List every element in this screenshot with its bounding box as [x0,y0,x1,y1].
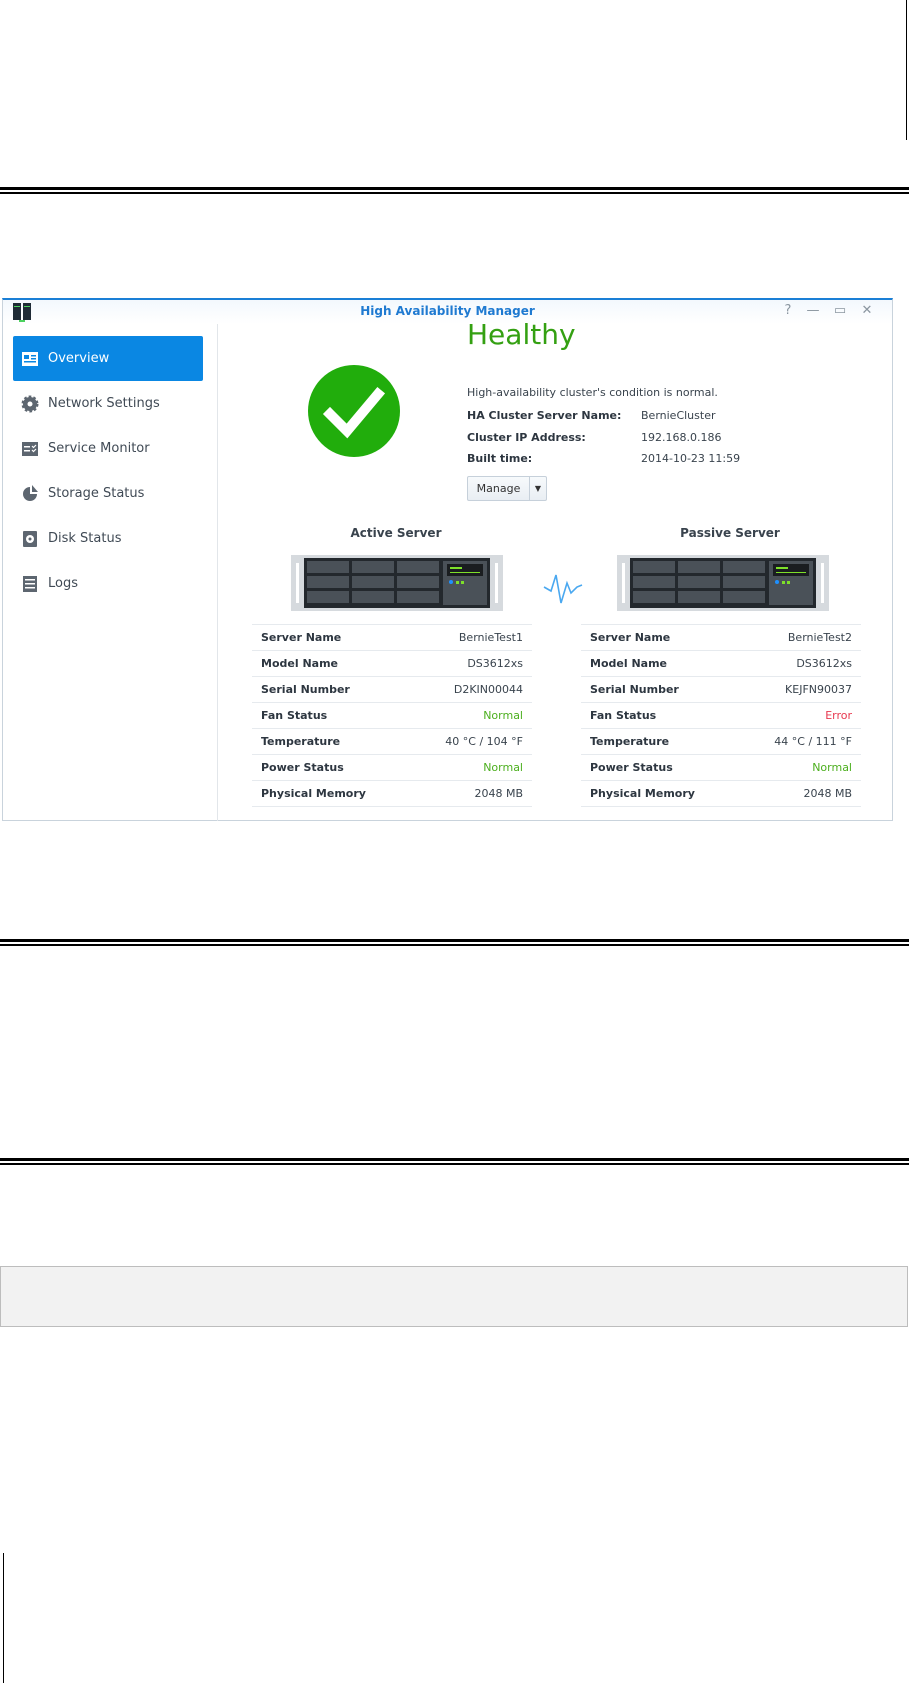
row-label: Server Name [581,624,739,651]
sidebar-item-label: Disk Status [48,531,122,546]
table-row: Model Name DS3612xs [252,650,532,677]
row-label: Model Name [581,650,739,677]
divider [0,1163,909,1165]
row-label: Server Name [252,624,410,651]
row-label: Fan Status [252,702,410,729]
sidebar-item-service-monitor[interactable]: Service Monitor [13,426,203,471]
row-label: Temperature [581,728,739,755]
health-status-title: Healthy [467,318,576,351]
sidebar-item-logs[interactable]: Logs [13,561,203,606]
row-value: BernieTest2 [738,624,861,651]
server-rack-icon [617,555,829,611]
sidebar-item-disk-status[interactable]: Disk Status [13,516,203,561]
active-server-title: Active Server [350,526,442,540]
table-row: Serial Number KEJFN90037 [581,676,861,703]
row-value: Normal [409,754,532,781]
divider [0,944,909,946]
table-row: Server Name BernieTest2 [581,624,861,651]
row-value: 44 °C / 111 °F [738,728,861,755]
disk-icon [23,530,37,547]
table-row: Power Status Normal [581,754,861,781]
service-monitor-icon [22,441,38,456]
chevron-down-icon[interactable]: ▼ [530,477,546,500]
row-label: Power Status [581,754,739,781]
sidebar-item-overview[interactable]: Overview [13,336,203,381]
row-label: Serial Number [252,676,410,703]
divider [0,187,909,190]
row-value: 2048 MB [409,780,532,807]
table-row: Server Name BernieTest1 [252,624,532,651]
table-row: Temperature 40 °C / 104 °F [252,728,532,755]
sidebar-item-label: Overview [48,351,110,366]
passive-server-info-table: Server Name BernieTest2 Model Name DS3612xs… [581,624,861,807]
row-value: DS3612xs [409,650,532,677]
page-margin-line [3,1553,4,1683]
row-label: Temperature [252,728,410,755]
sidebar-item-label: Logs [48,576,78,591]
field-label: Cluster IP Address: [467,431,586,444]
help-button[interactable]: ? [780,303,796,318]
page-margin-line [906,0,907,140]
row-label: Physical Memory [581,780,739,807]
row-label: Model Name [252,650,410,677]
row-value: 40 °C / 104 °F [409,728,532,755]
close-button[interactable]: ✕ [859,303,875,318]
row-value: Error [738,702,861,729]
manage-button-label[interactable]: Manage [468,477,530,500]
note-box [0,1266,908,1327]
cluster-ip-value: 192.168.0.186 [641,431,722,444]
minimize-button[interactable]: — [805,303,821,318]
field-label: Built time: [467,452,533,465]
sidebar-item-storage-status[interactable]: Storage Status [13,471,203,516]
table-row: Model Name DS3612xs [581,650,861,677]
row-value: Normal [738,754,861,781]
row-value: DS3612xs [738,650,861,677]
overview-icon [22,351,38,366]
table-row: Fan Status Error [581,702,861,729]
row-value: KEJFN90037 [738,676,861,703]
row-value: BernieTest1 [409,624,532,651]
row-label: Fan Status [581,702,739,729]
table-row: Power Status Normal [252,754,532,781]
active-server-info-table: Server Name BernieTest1 Model Name DS3612xs… [252,624,532,807]
maximize-button[interactable]: ▭ [832,303,848,318]
table-row: Physical Memory 2048 MB [252,780,532,807]
logs-icon [23,575,37,592]
divider [0,1158,909,1161]
ha-manager-window: High Availability Manager ? — ▭ ✕ Overvi… [2,298,893,821]
field-label: HA Cluster Server Name: [467,409,622,422]
table-row: Physical Memory 2048 MB [581,780,861,807]
row-label: Power Status [252,754,410,781]
sidebar-item-label: Storage Status [48,486,145,501]
row-label: Physical Memory [252,780,410,807]
title-bar[interactable]: High Availability Manager ? — ▭ ✕ [3,300,892,324]
sidebar: Overview Network Settings Service Monito… [3,324,218,821]
table-row: Temperature 44 °C / 111 °F [581,728,861,755]
divider [0,939,909,942]
row-value: D2KIN00044 [409,676,532,703]
cluster-name-value: BernieCluster [641,409,716,422]
health-status-message: High-availability cluster's condition is… [467,386,718,399]
server-rack-icon [291,555,503,611]
row-value: 2048 MB [738,780,861,807]
table-row: Fan Status Normal [252,702,532,729]
window-title: High Availability Manager [360,304,535,318]
built-time-value: 2014-10-23 11:59 [641,452,741,465]
divider [0,192,909,194]
row-value: Normal [409,702,532,729]
pie-chart-icon [23,484,38,501]
passive-server-title: Passive Server [680,526,780,540]
sidebar-item-label: Network Settings [48,396,160,411]
row-label: Serial Number [581,676,739,703]
sidebar-item-network-settings[interactable]: Network Settings [13,381,203,426]
heartbeat-icon [543,574,583,604]
sidebar-item-label: Service Monitor [48,441,150,456]
healthy-check-icon [308,365,400,457]
manage-button[interactable]: Manage ▼ [467,476,547,501]
table-row: Serial Number D2KIN00044 [252,676,532,703]
gear-icon [21,395,39,412]
